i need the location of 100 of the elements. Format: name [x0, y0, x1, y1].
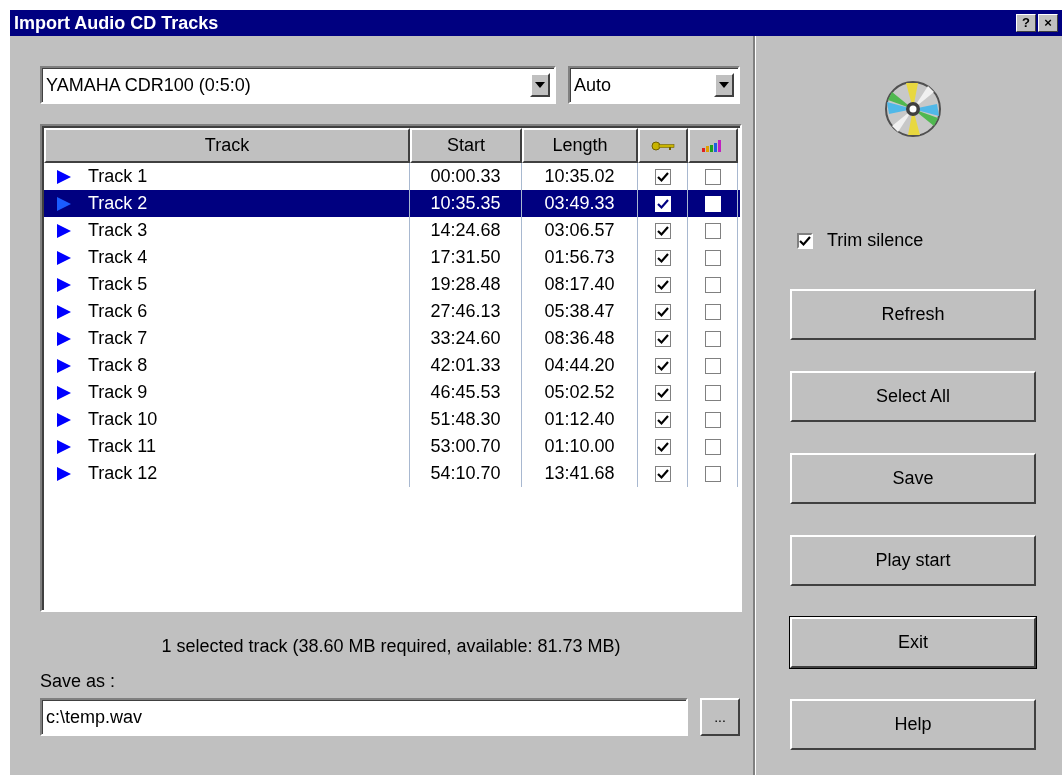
column-header[interactable]: Length	[522, 128, 638, 163]
dialog-button[interactable]: Refresh	[790, 289, 1036, 340]
checkbox[interactable]	[654, 384, 671, 401]
checkbox[interactable]	[704, 330, 721, 347]
dialog-button[interactable]: Play start	[790, 535, 1036, 586]
dialog-button[interactable]: Select All	[790, 371, 1036, 422]
track-length: 13:41.68	[544, 463, 615, 484]
help-button[interactable]: ?	[1016, 14, 1036, 32]
start-time: 00:00.33	[430, 166, 501, 187]
status-text: 1 selected track (38.60 MB required, available: 81.73 MB)	[160, 636, 622, 657]
checkbox[interactable]	[654, 276, 671, 293]
play-icon	[56, 331, 72, 346]
track-row[interactable]: Track 11 53:00.70 01:10.00	[44, 433, 740, 460]
checkbox[interactable]	[654, 357, 671, 374]
track-row[interactable]: Track 12 54:10.70 13:41.68	[44, 460, 740, 487]
start-time: 19:28.48	[430, 274, 501, 295]
track-name: Track 4	[88, 247, 148, 268]
checkbox[interactable]	[704, 384, 721, 401]
track-name: Track 8	[88, 355, 148, 376]
check-icon	[656, 278, 669, 291]
dialog-button[interactable]: Exit	[790, 617, 1036, 668]
checkbox[interactable]	[704, 168, 721, 185]
check-icon	[656, 332, 669, 345]
track-row[interactable]: Track 5 19:28.48 08:17.40	[44, 271, 740, 298]
save-as-label: Save as :	[40, 671, 117, 692]
track-length: 04:44.20	[544, 355, 615, 376]
start-time: 33:24.60	[430, 328, 501, 349]
track-length: 05:38.47	[544, 301, 615, 322]
track-length: 01:12.40	[544, 409, 615, 430]
play-icon	[56, 169, 72, 184]
checkbox[interactable]	[654, 438, 671, 455]
column-header[interactable]	[688, 128, 738, 163]
track-name: Track 3	[88, 220, 148, 241]
checkbox[interactable]	[654, 303, 671, 320]
checkbox[interactable]	[704, 411, 721, 428]
dialog-button[interactable]: Save	[790, 453, 1036, 504]
close-button[interactable]: ×	[1038, 14, 1058, 32]
track-name: Track 11	[88, 436, 157, 457]
check-icon	[656, 413, 669, 426]
track-name: Track 1	[88, 166, 148, 187]
column-header[interactable]	[638, 128, 688, 163]
dropdown-button[interactable]	[714, 73, 734, 97]
track-name: Track 2	[88, 193, 148, 214]
play-icon	[56, 466, 72, 481]
track-row[interactable]: Track 9 46:45.53 05:02.52	[44, 379, 740, 406]
checkbox[interactable]	[654, 411, 671, 428]
track-row[interactable]: Track 4 17:31.50 01:56.73	[44, 244, 740, 271]
track-name: Track 12	[88, 463, 158, 484]
checkbox[interactable]	[704, 276, 721, 293]
track-name: Track 7	[88, 328, 148, 349]
track-length: 10:35.02	[544, 166, 615, 187]
track-row[interactable]: Track 7 33:24.60 08:36.48	[44, 325, 740, 352]
check-icon	[656, 251, 669, 264]
checkbox[interactable]	[654, 168, 671, 185]
check-icon	[656, 386, 669, 399]
checkbox[interactable]	[654, 222, 671, 239]
start-time: 53:00.70	[430, 436, 501, 457]
track-name: Track 5	[88, 274, 148, 295]
start-time: 14:24.68	[430, 220, 501, 241]
file-path-field[interactable]: c:\temp.wav	[40, 698, 688, 736]
start-time: 54:10.70	[430, 463, 501, 484]
drive-dropdown[interactable]: YAMAHA CDR100 (0:5:0)	[40, 66, 556, 104]
checkbox[interactable]	[704, 357, 721, 374]
checkbox[interactable]	[654, 249, 671, 266]
play-icon	[56, 250, 72, 265]
dropdown-button[interactable]	[530, 73, 550, 97]
window-title: Import Audio CD Tracks	[14, 12, 219, 34]
track-length: 08:17.40	[544, 274, 615, 295]
track-row[interactable]: Track 3 14:24.68 03:06.57	[44, 217, 740, 244]
checkbox[interactable]	[704, 222, 721, 239]
caret-icon	[719, 82, 729, 88]
start-time: 27:46.13	[430, 301, 501, 322]
play-icon	[56, 385, 72, 400]
track-name: Track 9	[88, 382, 148, 403]
play-icon	[56, 277, 72, 292]
checkbox[interactable]	[654, 465, 671, 482]
start-time: 10:35.35	[430, 193, 501, 214]
key-icon	[651, 140, 675, 151]
checkbox[interactable]	[704, 303, 721, 320]
play-icon	[56, 223, 72, 238]
track-row[interactable]: Track 8 42:01.33 04:44.20	[44, 352, 740, 379]
track-row[interactable]: Track 10 51:48.30 01:12.40	[44, 406, 740, 433]
speed-dropdown[interactable]: Auto	[568, 66, 740, 104]
check-icon	[799, 234, 811, 247]
column-header[interactable]: Track	[44, 128, 410, 163]
trim-silence-checkbox[interactable]: Trim silence	[797, 230, 1062, 251]
checkbox[interactable]	[704, 438, 721, 455]
check-icon	[656, 359, 669, 372]
play-icon	[56, 304, 72, 319]
check-icon	[656, 305, 669, 318]
checkbox[interactable]	[704, 249, 721, 266]
checkbox[interactable]	[704, 465, 721, 482]
start-time: 46:45.53	[430, 382, 501, 403]
play-icon	[56, 412, 72, 427]
start-time: 42:01.33	[430, 355, 501, 376]
checkbox[interactable]	[654, 330, 671, 347]
column-header[interactable]: Start	[410, 128, 522, 163]
track-row[interactable]: Track 6 27:46.13 05:38.47	[44, 298, 740, 325]
browse-button[interactable]: ...	[700, 698, 740, 736]
dialog-button[interactable]: Help	[790, 699, 1036, 750]
